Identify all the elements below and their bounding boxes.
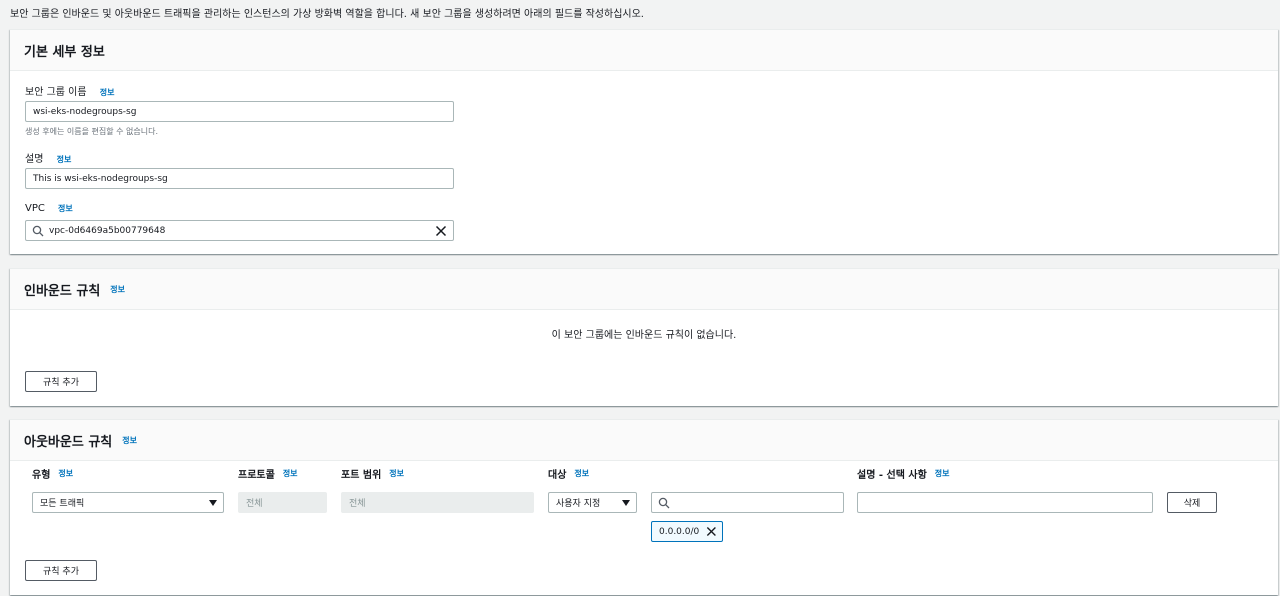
search-icon	[658, 497, 670, 508]
destination-search-input[interactable]	[651, 492, 844, 513]
rule-description-input[interactable]	[857, 492, 1153, 513]
clear-icon[interactable]	[435, 225, 447, 237]
cidr-token-value: 0.0.0.0/0	[659, 526, 700, 537]
col-port-label: 포트 범위	[341, 470, 382, 481]
description-label-row: 설명 정보	[25, 150, 71, 165]
remove-token-icon[interactable]	[706, 526, 717, 537]
col-head-type: 유형 정보	[32, 466, 73, 481]
inbound-rules-header: 인바운드 규칙 정보	[10, 269, 1278, 310]
vpc-label-row: VPC 정보	[25, 203, 73, 214]
inbound-empty-text: 이 보안 그룹에는 인바운드 규칙이 없습니다.	[551, 330, 737, 341]
col-head-description: 설명 - 선택 사항 정보	[857, 466, 950, 481]
basic-details-header: 기본 세부 정보	[10, 30, 1278, 71]
outbound-rules-header: 아웃바운드 규칙 정보	[10, 420, 1278, 461]
destination-mode-value: 사용자 지정	[556, 499, 601, 509]
protocol-field: 전체	[238, 492, 327, 513]
col-head-port-range: 포트 범위 정보	[341, 466, 404, 481]
port-range-field: 전체	[341, 492, 534, 513]
col-description-info-link[interactable]: 정보	[935, 468, 950, 479]
vpc-search-input[interactable]: vpc-0d6469a5b00779648	[25, 220, 454, 241]
col-type-info-link[interactable]: 정보	[58, 468, 73, 479]
inbound-rules-title: 인바운드 규칙	[24, 283, 101, 299]
description-label: 설명	[25, 154, 44, 165]
sg-name-input[interactable]: wsi-eks-nodegroups-sg	[25, 101, 454, 122]
sg-name-hint: 생성 후에는 이름을 편집할 수 없습니다.	[25, 127, 159, 136]
description-input[interactable]: This is wsi-eks-nodegroups-sg	[25, 168, 454, 189]
col-destination-info-link[interactable]: 정보	[574, 468, 589, 479]
search-icon	[32, 225, 44, 236]
vpc-value: vpc-0d6469a5b00779648	[49, 225, 166, 236]
col-head-protocol: 프로토콜 정보	[238, 466, 298, 481]
type-select-value: 모든 트래픽	[40, 499, 85, 509]
col-head-destination: 대상 정보	[548, 466, 589, 481]
basic-details-panel: 기본 세부 정보 보안 그룹 이름 정보 wsi-eks-nodegroups-…	[10, 29, 1278, 254]
outbound-info-link[interactable]: 정보	[122, 435, 137, 446]
sg-name-info-link[interactable]: 정보	[100, 88, 115, 97]
sg-name-label: 보안 그룹 이름	[25, 87, 87, 98]
inbound-info-link[interactable]: 정보	[110, 284, 125, 295]
outbound-rules-panel: 아웃바운드 규칙 정보 유형 정보 프로토콜 정보 포트 범위 정보 대상 정보…	[10, 419, 1278, 595]
cidr-token: 0.0.0.0/0	[651, 521, 723, 542]
vpc-info-link[interactable]: 정보	[58, 204, 73, 213]
destination-mode-select[interactable]: 사용자 지정	[548, 492, 637, 513]
sg-name-label-row: 보안 그룹 이름 정보	[25, 83, 114, 98]
basic-details-title: 기본 세부 정보	[24, 44, 105, 60]
inbound-add-rule-button[interactable]: 규칙 추가	[25, 371, 97, 392]
outbound-add-rule-button[interactable]: 규칙 추가	[25, 560, 97, 581]
description-info-link[interactable]: 정보	[57, 155, 72, 164]
type-select[interactable]: 모든 트래픽	[32, 492, 224, 513]
outbound-rules-title: 아웃바운드 규칙	[24, 434, 113, 450]
caret-down-icon	[622, 499, 630, 506]
col-type-label: 유형	[32, 470, 51, 481]
col-port-info-link[interactable]: 정보	[389, 468, 404, 479]
delete-rule-button[interactable]: 삭제	[1167, 492, 1217, 513]
caret-down-icon	[209, 499, 217, 506]
inbound-rules-panel: 인바운드 규칙 정보 이 보안 그룹에는 인바운드 규칙이 없습니다. 규칙 추…	[10, 268, 1278, 406]
vpc-label: VPC	[25, 203, 45, 214]
col-description-label: 설명 - 선택 사항	[857, 470, 927, 481]
col-destination-label: 대상	[548, 470, 567, 481]
intro-text: 보안 그룹은 인바운드 및 아웃바운드 트래픽을 관리하는 인스턴스의 가상 방…	[10, 9, 644, 20]
col-protocol-label: 프로토콜	[238, 470, 275, 481]
col-protocol-info-link[interactable]: 정보	[283, 468, 298, 479]
